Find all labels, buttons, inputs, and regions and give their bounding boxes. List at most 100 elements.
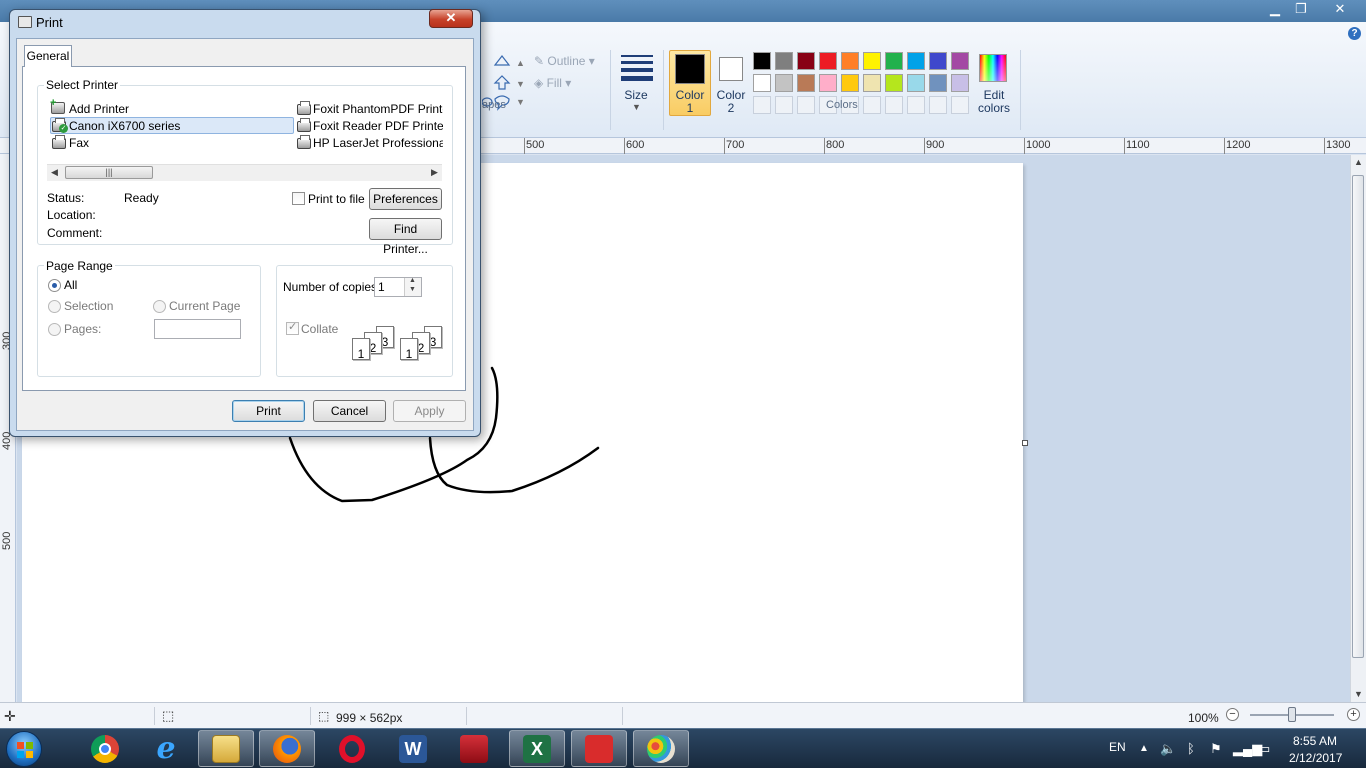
location-label: Location: xyxy=(47,208,96,222)
printer-item-foxit-phantom[interactable]: Foxit PhantomPDF Printe xyxy=(295,101,443,117)
preferences-button[interactable]: Preferences xyxy=(369,188,442,210)
windows-logo-icon xyxy=(17,742,33,758)
palette-custom-slot[interactable] xyxy=(797,96,815,114)
outline-button[interactable]: ✎ Outline ▾ xyxy=(534,54,595,68)
print-button[interactable]: Print xyxy=(232,400,305,422)
restore-button[interactable]: ❐ xyxy=(1289,0,1313,18)
printer-item-canon[interactable]: ✓ Canon iX6700 series xyxy=(50,118,290,134)
scroll-left-icon[interactable]: ◀ xyxy=(51,167,58,178)
rainbow-icon xyxy=(979,54,1007,82)
palette-color-swatch[interactable] xyxy=(885,52,903,70)
outline-label: Outline xyxy=(547,54,586,68)
printer-icon xyxy=(297,135,311,149)
start-button[interactable] xyxy=(6,731,42,767)
palette-custom-slot[interactable] xyxy=(885,96,903,114)
scroll-up-icon[interactable]: ▲ xyxy=(1354,157,1363,167)
palette-color-swatch[interactable] xyxy=(753,52,771,70)
show-hidden-icons-icon[interactable]: ▲ xyxy=(1139,743,1149,754)
palette-color-swatch[interactable] xyxy=(819,74,837,92)
palette-color-swatch[interactable] xyxy=(863,74,881,92)
range-current-page-radio[interactable] xyxy=(153,300,166,313)
palette-custom-slot[interactable] xyxy=(907,96,925,114)
stepper-down-icon[interactable]: ▼ xyxy=(409,286,416,293)
print-to-file-checkbox[interactable] xyxy=(292,192,305,205)
selection-size-icon: ⬚ xyxy=(162,708,175,723)
palette-custom-slot[interactable] xyxy=(753,96,771,114)
palette-custom-slot[interactable] xyxy=(775,96,793,114)
palette-color-swatch[interactable] xyxy=(841,52,859,70)
stepper-up-icon[interactable]: ▲ xyxy=(409,277,416,284)
default-printer-check-icon: ✓ xyxy=(59,124,68,133)
palette-color-swatch[interactable] xyxy=(863,52,881,70)
zoom-slider-thumb[interactable] xyxy=(1288,707,1296,722)
power-icon[interactable]: ▭ xyxy=(1258,741,1270,757)
clock-time[interactable]: 8:55 AM xyxy=(1293,734,1337,748)
language-indicator[interactable]: EN xyxy=(1109,740,1126,754)
printer-name: Add Printer xyxy=(69,102,130,116)
close-window-button[interactable]: ✕ xyxy=(1320,0,1360,18)
ruler-tick xyxy=(1324,138,1325,154)
vertical-scrollbar-thumb[interactable] xyxy=(1352,175,1364,658)
tab-general[interactable]: General xyxy=(24,45,72,67)
scroll-right-icon[interactable]: ▶ xyxy=(431,167,438,178)
color1-number: 1 xyxy=(686,101,694,115)
palette-color-swatch[interactable] xyxy=(951,74,969,92)
palette-color-swatch[interactable] xyxy=(907,74,925,92)
scroll-down-icon[interactable]: ▼ xyxy=(1354,689,1363,699)
help-icon[interactable]: ? xyxy=(1348,27,1361,40)
range-pages-radio[interactable] xyxy=(48,323,61,336)
find-printer-button[interactable]: Find Printer... xyxy=(369,218,442,256)
collate-label: Collate xyxy=(301,322,339,336)
cancel-button[interactable]: Cancel xyxy=(313,400,386,422)
clock-date[interactable]: 2/12/2017 xyxy=(1289,751,1342,765)
ruler-tick xyxy=(924,138,925,154)
palette-custom-slot[interactable] xyxy=(929,96,947,114)
palette-color-swatch[interactable] xyxy=(907,52,925,70)
bluetooth-icon[interactable]: ᛒ xyxy=(1187,741,1195,756)
range-all-radio[interactable] xyxy=(48,279,61,292)
palette-color-swatch[interactable] xyxy=(885,74,903,92)
shapes-group-label: apes xyxy=(482,99,506,111)
palette-color-swatch[interactable] xyxy=(929,52,947,70)
shapes-scroll-down-icon[interactable]: ▼ xyxy=(516,79,525,89)
printer-item-fax[interactable]: Fax xyxy=(50,135,290,151)
ruler-label: 600 xyxy=(626,139,645,151)
printer-item-add-printer[interactable]: + Add Printer xyxy=(50,97,290,117)
add-printer-plus-icon: + xyxy=(50,97,57,109)
palette-color-swatch[interactable] xyxy=(753,74,771,92)
status-separator xyxy=(310,707,311,725)
palette-color-swatch[interactable] xyxy=(797,52,815,70)
canvas-resize-handle[interactable] xyxy=(1022,440,1028,446)
printer-name: Foxit Reader PDF Printer xyxy=(313,119,443,133)
minimize-button[interactable]: ▁ xyxy=(1263,0,1287,18)
palette-custom-slot[interactable] xyxy=(863,96,881,114)
palette-color-swatch[interactable] xyxy=(929,74,947,92)
ruler-label: 500 xyxy=(1,531,13,550)
ruler-tick xyxy=(1124,138,1125,154)
shapes-more-icon[interactable]: ▼ xyxy=(516,97,525,107)
shapes-scroll-up-icon[interactable]: ▲ xyxy=(516,58,525,68)
printer-item-hp-laserjet[interactable]: HP LaserJet Professional xyxy=(295,135,443,151)
zoom-out-button[interactable]: − xyxy=(1226,708,1239,721)
fill-button[interactable]: ◈ Fill ▾ xyxy=(534,76,571,90)
pages-input[interactable] xyxy=(154,319,241,339)
printer-item-foxit-reader[interactable]: Foxit Reader PDF Printer xyxy=(295,118,443,134)
color1-swatch xyxy=(675,54,705,84)
palette-color-swatch[interactable] xyxy=(775,74,793,92)
palette-custom-slot[interactable] xyxy=(951,96,969,114)
copies-stepper[interactable]: ▲ ▼ xyxy=(404,277,421,296)
range-selection-radio[interactable] xyxy=(48,300,61,313)
palette-color-swatch[interactable] xyxy=(775,52,793,70)
volume-icon[interactable]: 🔈 xyxy=(1160,741,1176,757)
zoom-in-button[interactable]: + xyxy=(1347,708,1360,721)
palette-color-swatch[interactable] xyxy=(797,74,815,92)
palette-color-swatch[interactable] xyxy=(951,52,969,70)
dialog-close-button[interactable]: ✕ xyxy=(429,9,473,28)
palette-color-swatch[interactable] xyxy=(819,52,837,70)
collate-checkbox[interactable] xyxy=(286,320,299,335)
palette-color-swatch[interactable] xyxy=(841,74,859,92)
action-center-flag-icon[interactable]: ⚑ xyxy=(1210,741,1222,757)
apply-button[interactable]: Apply xyxy=(393,400,466,422)
size-label: Size xyxy=(624,88,648,102)
printer-list-scrollbar-thumb[interactable]: ||| xyxy=(65,166,153,179)
